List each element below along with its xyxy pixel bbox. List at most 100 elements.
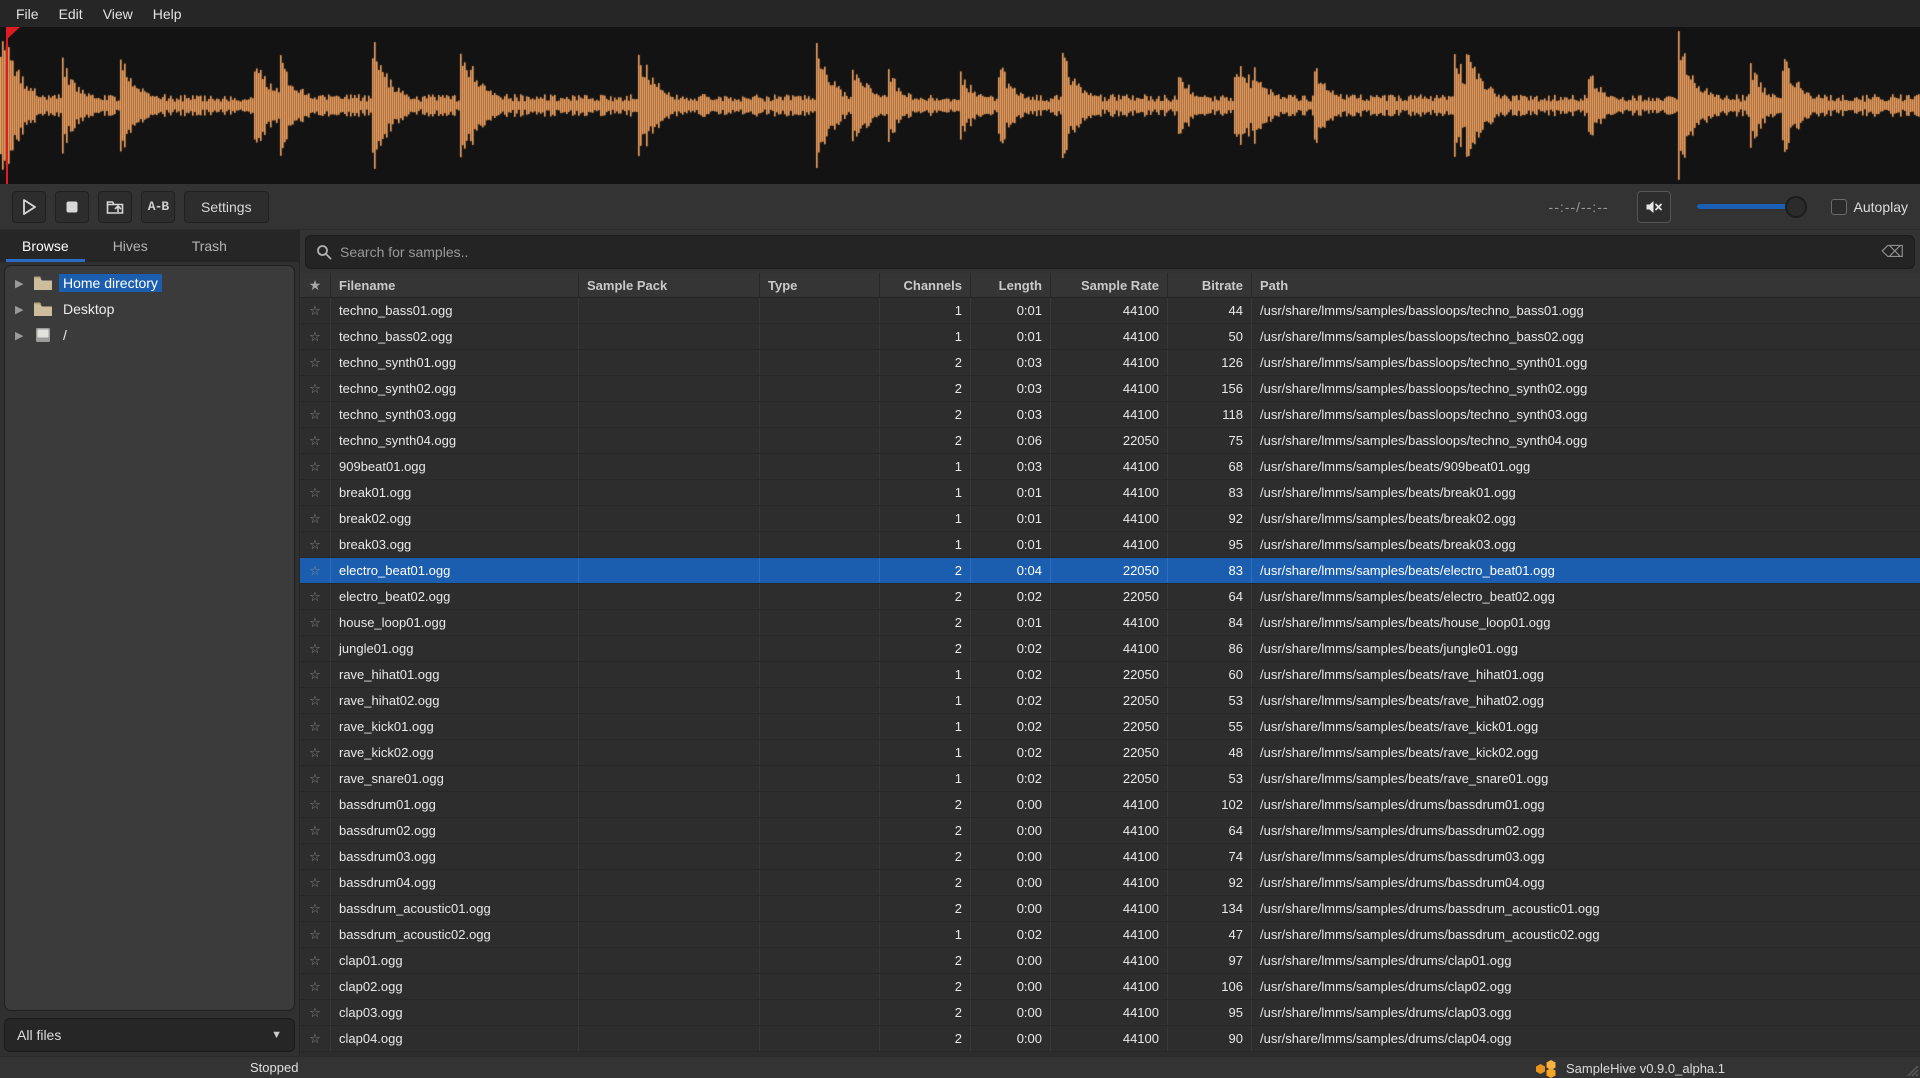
play-button[interactable] xyxy=(12,191,46,223)
favorite-cell[interactable]: ☆ xyxy=(300,532,331,557)
table-row[interactable]: ☆rave_snare01.ogg10:022205053/usr/share/… xyxy=(300,766,1920,792)
mute-button[interactable] xyxy=(1637,191,1671,223)
table-row[interactable]: ☆clap03.ogg20:004410095/usr/share/lmms/s… xyxy=(300,1000,1920,1026)
favorite-cell[interactable]: ☆ xyxy=(300,636,331,661)
column-header-path[interactable]: Path xyxy=(1252,273,1920,297)
star-outline-icon[interactable]: ☆ xyxy=(309,485,321,501)
menu-view[interactable]: View xyxy=(93,2,143,26)
star-outline-icon[interactable]: ☆ xyxy=(309,329,321,345)
tree-item-desktop[interactable]: ▶ Desktop xyxy=(5,296,294,322)
favorite-cell[interactable]: ☆ xyxy=(300,766,331,791)
star-outline-icon[interactable]: ☆ xyxy=(309,927,321,943)
star-outline-icon[interactable]: ☆ xyxy=(309,875,321,891)
favorite-cell[interactable]: ☆ xyxy=(300,948,331,973)
favorite-cell[interactable]: ☆ xyxy=(300,558,331,583)
table-row[interactable]: ☆rave_kick01.ogg10:022205055/usr/share/l… xyxy=(300,714,1920,740)
tree-item-root[interactable]: ▶ / xyxy=(5,322,294,348)
table-row[interactable]: ☆bassdrum02.ogg20:004410064/usr/share/lm… xyxy=(300,818,1920,844)
table-row[interactable]: ☆break02.ogg10:014410092/usr/share/lmms/… xyxy=(300,506,1920,532)
table-row[interactable]: ☆909beat01.ogg10:034410068/usr/share/lmm… xyxy=(300,454,1920,480)
expander-icon[interactable]: ▶ xyxy=(15,329,33,342)
star-outline-icon[interactable]: ☆ xyxy=(309,979,321,995)
favorite-cell[interactable]: ☆ xyxy=(300,506,331,531)
column-header-length[interactable]: Length xyxy=(971,273,1051,297)
table-row[interactable]: ☆bassdrum_acoustic02.ogg10:024410047/usr… xyxy=(300,922,1920,948)
tab-browse[interactable]: Browse xyxy=(0,230,91,262)
expander-icon[interactable]: ▶ xyxy=(15,303,33,316)
favorite-cell[interactable]: ☆ xyxy=(300,870,331,895)
table-row[interactable]: ☆house_loop01.ogg20:014410084/usr/share/… xyxy=(300,610,1920,636)
table-row[interactable]: ☆clap04.ogg20:004410090/usr/share/lmms/s… xyxy=(300,1026,1920,1052)
star-outline-icon[interactable]: ☆ xyxy=(309,719,321,735)
table-row[interactable]: ☆clap01.ogg20:004410097/usr/share/lmms/s… xyxy=(300,948,1920,974)
table-row[interactable]: ☆bassdrum_acoustic01.ogg20:0044100134/us… xyxy=(300,896,1920,922)
search-bar[interactable]: ⌫ xyxy=(305,235,1915,269)
star-outline-icon[interactable]: ☆ xyxy=(309,563,321,579)
favorite-cell[interactable]: ☆ xyxy=(300,740,331,765)
star-outline-icon[interactable]: ☆ xyxy=(309,901,321,917)
tree-item-home-directory[interactable]: ▶ Home directory xyxy=(5,270,294,296)
star-outline-icon[interactable]: ☆ xyxy=(309,537,321,553)
table-row[interactable]: ☆jungle01.ogg20:024410086/usr/share/lmms… xyxy=(300,636,1920,662)
favorite-cell[interactable]: ☆ xyxy=(300,428,331,453)
star-outline-icon[interactable]: ☆ xyxy=(309,745,321,761)
table-row[interactable]: ☆bassdrum04.ogg20:004410092/usr/share/lm… xyxy=(300,870,1920,896)
favorite-cell[interactable]: ☆ xyxy=(300,480,331,505)
favorite-cell[interactable]: ☆ xyxy=(300,376,331,401)
star-outline-icon[interactable]: ☆ xyxy=(309,823,321,839)
settings-button[interactable]: Settings xyxy=(184,191,269,223)
volume-handle[interactable] xyxy=(1785,196,1807,218)
favorite-cell[interactable]: ☆ xyxy=(300,350,331,375)
favorite-cell[interactable]: ☆ xyxy=(300,610,331,635)
star-outline-icon[interactable]: ☆ xyxy=(309,849,321,865)
favorite-cell[interactable]: ☆ xyxy=(300,922,331,947)
star-outline-icon[interactable]: ☆ xyxy=(309,511,321,527)
tree-item-label[interactable]: Home directory xyxy=(59,274,162,292)
loop-folder-button[interactable] xyxy=(98,191,132,223)
favorite-cell[interactable]: ☆ xyxy=(300,454,331,479)
star-outline-icon[interactable]: ☆ xyxy=(309,381,321,397)
autoplay-checkbox[interactable] xyxy=(1831,199,1847,215)
star-outline-icon[interactable]: ☆ xyxy=(309,407,321,423)
table-row[interactable]: ☆techno_synth03.ogg20:0344100118/usr/sha… xyxy=(300,402,1920,428)
waveform-panel[interactable] xyxy=(0,27,1920,184)
star-outline-icon[interactable]: ☆ xyxy=(309,1031,321,1047)
tree-item-label[interactable]: Desktop xyxy=(59,300,118,318)
favorite-cell[interactable]: ☆ xyxy=(300,1000,331,1025)
column-header-filename[interactable]: Filename xyxy=(331,273,579,297)
table-row[interactable]: ☆techno_synth04.ogg20:062205075/usr/shar… xyxy=(300,428,1920,454)
table-row[interactable]: ☆techno_synth02.ogg20:0344100156/usr/sha… xyxy=(300,376,1920,402)
expander-icon[interactable]: ▶ xyxy=(15,277,33,290)
favorite-cell[interactable]: ☆ xyxy=(300,584,331,609)
table-row[interactable]: ☆bassdrum03.ogg20:004410074/usr/share/lm… xyxy=(300,844,1920,870)
favorite-cell[interactable]: ☆ xyxy=(300,324,331,349)
favorite-cell[interactable]: ☆ xyxy=(300,896,331,921)
table-row[interactable]: ☆electro_beat02.ogg20:022205064/usr/shar… xyxy=(300,584,1920,610)
star-outline-icon[interactable]: ☆ xyxy=(309,1005,321,1021)
star-outline-icon[interactable]: ☆ xyxy=(309,693,321,709)
loop-ab-button[interactable]: A-B xyxy=(141,191,175,223)
waveform-canvas[interactable] xyxy=(0,27,1920,184)
tab-trash[interactable]: Trash xyxy=(170,230,249,262)
table-row[interactable]: ☆rave_hihat01.ogg10:022205060/usr/share/… xyxy=(300,662,1920,688)
table-row[interactable]: ☆break03.ogg10:014410095/usr/share/lmms/… xyxy=(300,532,1920,558)
favorite-cell[interactable]: ☆ xyxy=(300,662,331,687)
table-row[interactable]: ☆clap02.ogg20:0044100106/usr/share/lmms/… xyxy=(300,974,1920,1000)
favorite-cell[interactable]: ☆ xyxy=(300,1026,331,1051)
table-row[interactable]: ☆rave_kick02.ogg10:022205048/usr/share/l… xyxy=(300,740,1920,766)
favorite-cell[interactable]: ☆ xyxy=(300,844,331,869)
favorite-cell[interactable]: ☆ xyxy=(300,714,331,739)
favorite-cell[interactable]: ☆ xyxy=(300,402,331,427)
star-outline-icon[interactable]: ☆ xyxy=(309,615,321,631)
star-outline-icon[interactable]: ☆ xyxy=(309,641,321,657)
search-input[interactable] xyxy=(340,244,1881,260)
file-filter-dropdown[interactable]: All files ▼ xyxy=(4,1018,295,1052)
volume-slider[interactable] xyxy=(1697,195,1805,219)
column-header-sample-rate[interactable]: Sample Rate xyxy=(1051,273,1168,297)
favorite-cell[interactable]: ☆ xyxy=(300,974,331,999)
column-header-favorite[interactable]: ★ xyxy=(300,273,331,297)
star-outline-icon[interactable]: ☆ xyxy=(309,797,321,813)
stop-button[interactable] xyxy=(55,191,89,223)
clear-search-icon[interactable]: ⌫ xyxy=(1881,242,1904,262)
table-row[interactable]: ☆techno_synth01.ogg20:0344100126/usr/sha… xyxy=(300,350,1920,376)
